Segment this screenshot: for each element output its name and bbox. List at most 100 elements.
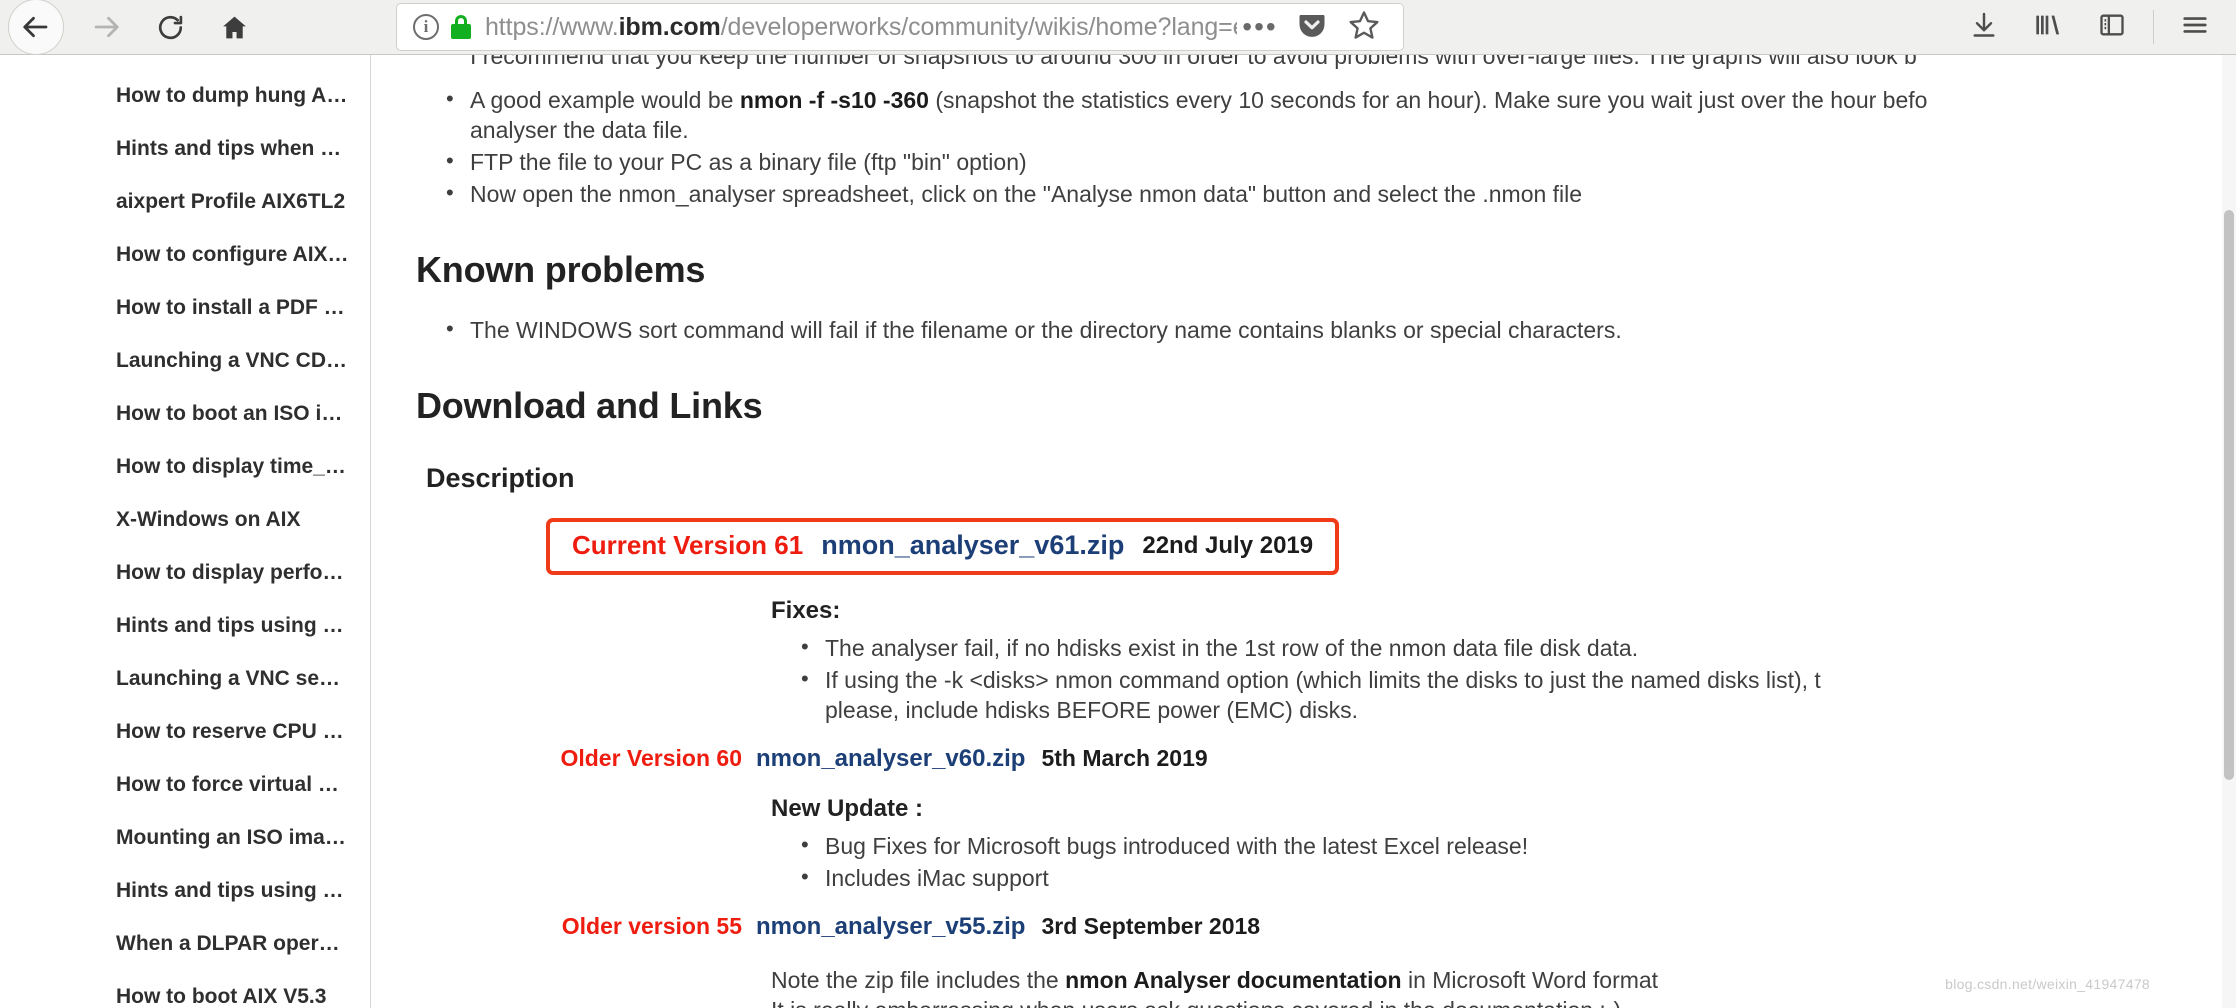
note-bold: nmon Analyser documentation <box>1065 967 1402 993</box>
library-icon <box>2033 11 2063 44</box>
clipped-paragraph: I recommend that you keep the number of … <box>470 55 1917 69</box>
sidebar-item-1[interactable]: Hints and tips when … <box>0 122 371 175</box>
intro-bullet-list: A good example would be nmon -f -s10 -36… <box>416 84 2236 209</box>
home-button[interactable] <box>202 1 266 53</box>
reload-button[interactable] <box>138 1 202 53</box>
note-post: in Microsoft Word format <box>1401 967 1659 993</box>
known-problems-list: The WINDOWS sort command will fail if th… <box>416 314 2236 345</box>
downloads-button[interactable] <box>1953 1 2015 53</box>
list-item: Bug Fixes for Microsoft bugs introduced … <box>801 830 2236 861</box>
sidebar-item-13[interactable]: How to force virtual … <box>0 758 371 811</box>
list-item: Now open the nmon_analyser spreadsheet, … <box>446 178 2236 209</box>
nmon-command: nmon -f -s10 -360 <box>739 87 929 113</box>
page-scrollbar[interactable] <box>2222 55 2236 1008</box>
page-viewport: How to dump hung A… Hints and tips when … <box>0 55 2236 1008</box>
fix-text: If using the -k <disks> nmon command opt… <box>825 667 1821 693</box>
arrow-left-icon <box>21 12 51 42</box>
bookmark-button[interactable] <box>1341 4 1387 50</box>
sidebar-item-14[interactable]: Mounting an ISO ima… <box>0 811 371 864</box>
current-version-date: 22nd July 2019 <box>1142 531 1314 559</box>
sidebar-item-17[interactable]: How to boot AIX V5.3 <box>0 970 371 1008</box>
older-version-55-download-link[interactable]: nmon_analyser_v55.zip <box>756 913 1025 941</box>
pocket-button[interactable] <box>1289 4 1335 50</box>
url-path: /developerworks/community/wikis/home?lan… <box>720 12 1324 41</box>
forward-button[interactable] <box>74 1 138 53</box>
list-item: A good example would be nmon -f -s10 -36… <box>446 84 2236 145</box>
older-version-55-date: 3rd September 2018 <box>1041 913 1261 939</box>
new-update-title: New Update : <box>771 795 924 822</box>
sidebar-item-7[interactable]: How to display time_… <box>0 440 371 493</box>
list-item: If using the -k <disks> nmon command opt… <box>801 664 2236 725</box>
pocket-icon <box>1297 10 1327 45</box>
back-button[interactable] <box>8 0 64 55</box>
sidebar-item-0[interactable]: How to dump hung A… <box>0 69 371 122</box>
url-prefix: https://www. <box>485 12 619 41</box>
navigation-buttons <box>0 0 266 55</box>
older-version-55-label: Older version 55 <box>561 913 742 939</box>
browser-toolbar: i https://www.ibm.com/developerworks/com… <box>0 0 2236 55</box>
sidebar-item-12[interactable]: How to reserve CPU … <box>0 705 371 758</box>
sidebar-item-11[interactable]: Launching a VNC se… <box>0 652 371 705</box>
page-actions-button[interactable]: ••• <box>1237 4 1283 50</box>
toolbar-separator <box>2153 10 2154 44</box>
sidebar-item-2[interactable]: aixpert Profile AIX6TL2 <box>0 175 371 228</box>
bullet-text-post: (snapshot the statistics every 10 second… <box>928 87 1928 113</box>
menu-button[interactable] <box>2164 1 2226 53</box>
list-item: FTP the file to your PC as a binary file… <box>446 146 2236 177</box>
library-button[interactable] <box>2017 1 2079 53</box>
older-version-55-row: Older version 55 nmon_analyser_v55.zip 3… <box>416 913 2236 941</box>
sidebar-item-5[interactable]: Launching a VNC CD… <box>0 334 371 387</box>
sidebar-button[interactable] <box>2081 1 2143 53</box>
description-label: Description <box>426 463 575 493</box>
sidebar-top-clipped-item <box>0 55 370 69</box>
site-identity[interactable]: i <box>397 14 471 40</box>
new-update-list: Bug Fixes for Microsoft bugs introduced … <box>771 830 2236 893</box>
list-item: The WINDOWS sort command will fail if th… <box>446 314 2236 345</box>
older-version-60-updates-block: New Update : Bug Fixes for Microsoft bug… <box>771 795 2236 893</box>
address-bar-actions: ••• <box>1237 4 1403 50</box>
info-icon[interactable]: i <box>413 14 439 40</box>
scrollbar-thumb[interactable] <box>2224 210 2234 780</box>
fix-text-line2: please, include hdisks BEFORE power (EMC… <box>825 697 1359 723</box>
reload-icon <box>156 13 185 42</box>
address-bar[interactable]: i https://www.ibm.com/developerworks/com… <box>396 3 1404 51</box>
star-icon <box>1348 9 1380 46</box>
sidebar-item-6[interactable]: How to boot an ISO i… <box>0 387 371 440</box>
download-and-links-heading: Download and Links <box>416 385 763 426</box>
sidebar-item-9[interactable]: How to display perfo… <box>0 546 371 599</box>
sidebar-item-15[interactable]: Hints and tips using … <box>0 864 371 917</box>
older-version-60-label: Older Version 60 <box>560 745 742 771</box>
sidebar-item-4[interactable]: How to install a PDF … <box>0 281 371 334</box>
bullet-text-pre: A good example would be <box>470 87 740 113</box>
current-version-download-link[interactable]: nmon_analyser_v61.zip <box>821 530 1124 561</box>
fixes-title: Fixes: <box>771 597 841 624</box>
fixes-list: The analyser fail, if no hdisks exist in… <box>771 632 2236 725</box>
hamburger-menu-icon <box>2180 11 2210 44</box>
current-version-highlight-box[interactable]: Current Version 61 nmon_analyser_v61.zip… <box>546 518 1340 575</box>
sidebar-item-8[interactable]: X-Windows on AIX <box>0 493 371 546</box>
bullet-text-line2: analyser the data file. <box>470 117 689 143</box>
list-item: Includes iMac support <box>801 862 2236 893</box>
sidebar-item-3[interactable]: How to configure AIX… <box>0 228 371 281</box>
current-version-label: Current Version 61 <box>572 530 804 560</box>
arrow-right-icon <box>91 12 121 42</box>
lock-icon[interactable] <box>451 15 471 39</box>
home-icon <box>220 13 249 42</box>
download-arrow-icon <box>1970 11 1998 44</box>
sidebar-icon <box>2098 11 2126 44</box>
watermark-text: blog.csdn.net/weixin_41947478 <box>1945 976 2150 992</box>
sidebar-item-16[interactable]: When a DLPAR oper… <box>0 917 371 970</box>
note-pre: Note the zip file includes the <box>771 967 1066 993</box>
documentation-note-line2: It is really embarrassing when users ask… <box>771 995 2236 1008</box>
current-version-fixes-block: Fixes: The analyser fail, if no hdisks e… <box>771 597 2236 725</box>
url-domain: ibm.com <box>618 12 721 41</box>
known-problems-heading: Known problems <box>416 249 706 290</box>
older-version-60-row: Older Version 60 nmon_analyser_v60.zip 5… <box>416 745 2236 773</box>
wiki-article-content: I recommend that you keep the number of … <box>372 55 2236 1008</box>
ellipsis-icon: ••• <box>1242 11 1278 42</box>
sidebar-item-10[interactable]: Hints and tips using … <box>0 599 371 652</box>
older-version-60-date: 5th March 2019 <box>1041 745 1208 771</box>
toolbar-right-buttons <box>1953 1 2236 53</box>
list-item: The analyser fail, if no hdisks exist in… <box>801 632 2236 663</box>
older-version-60-download-link[interactable]: nmon_analyser_v60.zip <box>756 745 1025 773</box>
